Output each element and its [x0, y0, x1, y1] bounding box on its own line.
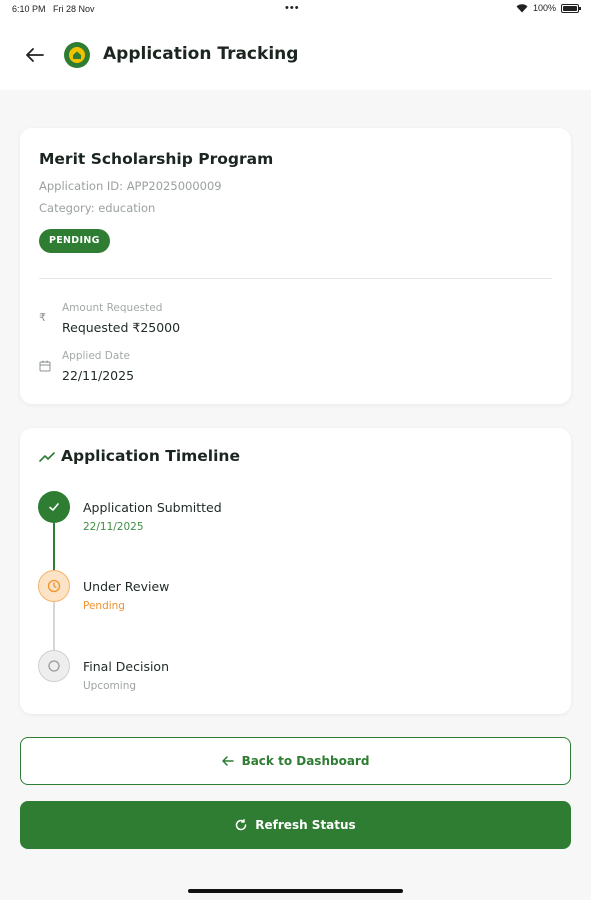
- step-title-submitted: Application Submitted: [83, 500, 222, 515]
- timeline-connector: [53, 523, 55, 570]
- divider: [39, 278, 552, 279]
- timeline-title: Application Timeline: [61, 447, 240, 465]
- application-id: Application ID: APP2025000009: [39, 179, 222, 193]
- refresh-icon: [236, 819, 247, 831]
- amount-value: Requested ₹25000: [62, 320, 181, 335]
- step-status-decision: Upcoming: [83, 680, 137, 692]
- amount-label: Amount Requested: [62, 302, 163, 314]
- check-icon: [38, 491, 70, 523]
- step-title-decision: Final Decision: [83, 659, 169, 674]
- status-badge: PENDING: [39, 229, 110, 253]
- program-title: Merit Scholarship Program: [39, 150, 274, 168]
- app-logo-icon: [64, 42, 90, 68]
- clock-icon: [38, 570, 70, 602]
- app-header: Application Tracking: [0, 20, 591, 90]
- arrow-left-icon: [221, 756, 234, 766]
- battery-icon: [561, 3, 581, 13]
- status-bar: 6:10 PM Fri 28 Nov ••• 100%: [0, 0, 591, 20]
- back-to-dashboard-label: Back to Dashboard: [241, 754, 370, 768]
- circle-icon: [38, 650, 70, 682]
- application-category: Category: education: [39, 201, 156, 215]
- calendar-icon: [39, 360, 51, 372]
- refresh-status-button[interactable]: Refresh Status: [20, 801, 571, 849]
- battery-percent: 100%: [532, 3, 556, 13]
- rupee-icon: ₹: [39, 311, 46, 324]
- step-status-review: Pending: [83, 600, 125, 612]
- refresh-status-label: Refresh Status: [255, 818, 356, 832]
- trending-up-icon: [39, 452, 55, 462]
- timeline-connector: [53, 602, 55, 650]
- applied-date-value: 22/11/2025: [62, 368, 135, 383]
- wifi-icon: [516, 4, 528, 13]
- application-card: Merit Scholarship Program Application ID…: [20, 128, 571, 404]
- applied-date-label: Applied Date: [62, 350, 130, 362]
- multitask-dots[interactable]: •••: [285, 2, 300, 14]
- step-title-review: Under Review: [83, 579, 170, 594]
- home-indicator[interactable]: [188, 889, 403, 893]
- status-right: 100%: [516, 3, 581, 13]
- status-time: 6:10 PM Fri 28 Nov: [12, 4, 95, 14]
- back-arrow-icon[interactable]: [25, 46, 45, 64]
- back-to-dashboard-button[interactable]: Back to Dashboard: [20, 737, 571, 785]
- page-title: Application Tracking: [103, 44, 299, 64]
- timeline-card: Application Timeline Application Submitt…: [20, 428, 571, 714]
- step-date-submitted: 22/11/2025: [83, 521, 144, 533]
